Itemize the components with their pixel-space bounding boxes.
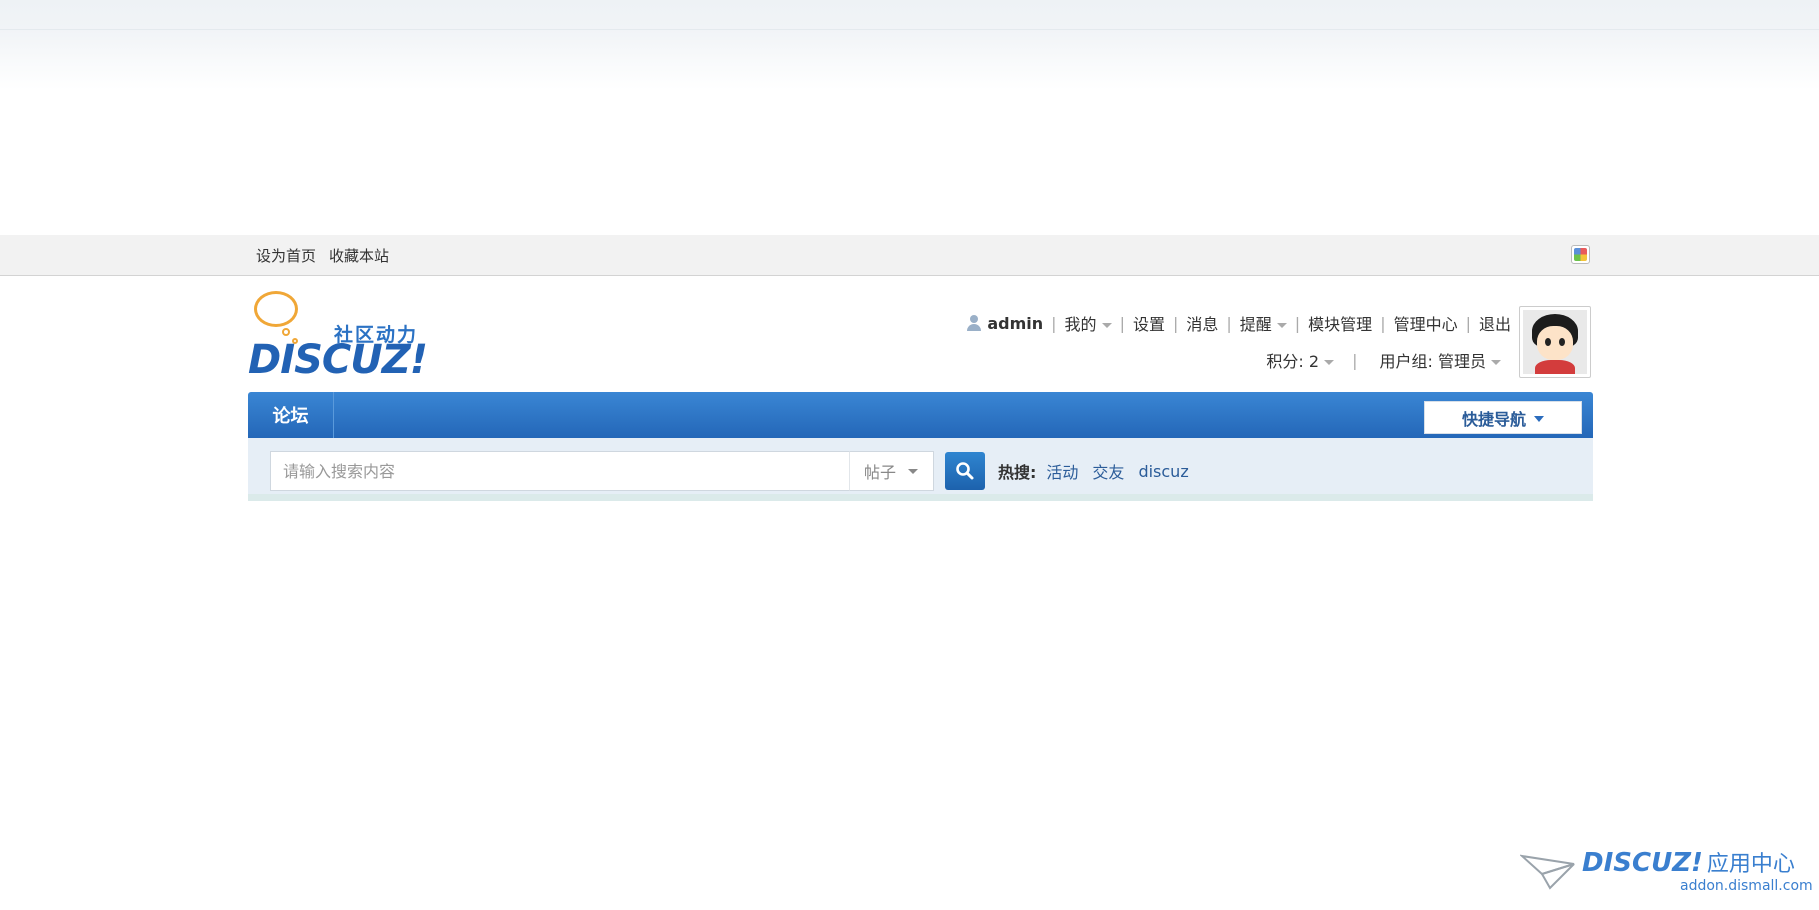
block-manage-link[interactable]: 模块管理 (1308, 311, 1372, 335)
hot-search-label: 热搜: (998, 463, 1037, 482)
avatar-image (1523, 310, 1587, 374)
site-toolbar: 设为首页 收藏本站 (0, 235, 1819, 276)
separator: | (1352, 350, 1358, 370)
hot-keyword[interactable]: discuz (1138, 462, 1188, 481)
settings-link[interactable]: 设置 (1133, 311, 1165, 335)
bubble-dot (282, 328, 290, 336)
separator: | (1465, 313, 1471, 333)
site-logo[interactable]: 社区动力 DISCUZ! (248, 288, 434, 384)
reminders-menu[interactable]: 提醒 (1240, 311, 1287, 335)
avatar-body (1535, 360, 1575, 374)
hot-keyword[interactable]: 交友 (1092, 459, 1124, 483)
watermark-brand-cn: 应用中心 (1706, 852, 1795, 877)
watermark-brand-en: DISCUZ! (1582, 848, 1703, 878)
color-palette-icon (1574, 248, 1587, 261)
credits-label: 积分 (1266, 352, 1299, 371)
search-input[interactable] (270, 451, 850, 491)
avatar-eye (1559, 338, 1565, 346)
chevron-down-icon (1324, 360, 1335, 365)
messages-link[interactable]: 消息 (1186, 311, 1218, 335)
logout-link[interactable]: 退出 (1479, 311, 1511, 335)
watermark-url: addon.dismall.com (1680, 878, 1813, 894)
separator: | (1226, 313, 1232, 333)
hot-search: 热搜: 活动 交友 discuz (998, 451, 1203, 491)
reminders-label: 提醒 (1239, 315, 1272, 334)
user-icon (967, 315, 982, 331)
divider (0, 29, 1819, 30)
quick-nav-button[interactable]: 快捷导航 (1424, 401, 1582, 434)
watermark: DISCUZ! 应用中心 addon.dismall.com (1520, 840, 1813, 900)
search-type-select[interactable]: 帖子 (849, 451, 934, 491)
credits-value: 2 (1308, 352, 1320, 371)
search-icon (956, 462, 974, 480)
set-homepage-link[interactable]: 设为首页 (256, 245, 316, 266)
avatar[interactable] (1519, 306, 1591, 378)
quick-nav-label: 快捷导航 (1461, 409, 1526, 429)
chevron-down-icon (908, 468, 919, 474)
avatar-eye (1545, 338, 1551, 346)
usergroup-menu[interactable]: 用户组: 管理员 (1379, 348, 1501, 372)
chevron-down-icon (1534, 416, 1544, 422)
user-stats: 积分: 2 | 用户组: 管理员 (1266, 348, 1501, 372)
admin-center-link[interactable]: 管理中心 (1394, 311, 1458, 335)
separator: | (1380, 313, 1386, 333)
watermark-brand: DISCUZ! 应用中心 (1582, 846, 1795, 878)
top-banner-area (0, 0, 1819, 90)
my-menu[interactable]: 我的 (1065, 311, 1112, 335)
chevron-down-icon (1491, 360, 1501, 365)
paper-plane-icon (1520, 854, 1575, 890)
search-type-value: 帖子 (864, 463, 897, 482)
separator: | (1294, 313, 1301, 333)
my-menu-label: 我的 (1064, 315, 1097, 334)
separator: | (1051, 313, 1057, 333)
separator: | (1119, 313, 1125, 333)
usergroup-label: 用户组 (1379, 352, 1428, 371)
style-switch-icon[interactable] (1571, 245, 1590, 264)
bookmark-link[interactable]: 收藏本站 (329, 245, 389, 266)
separator: | (1172, 313, 1179, 333)
usergroup-value: 管理员 (1437, 352, 1486, 371)
username-link[interactable]: admin (987, 314, 1043, 333)
hot-keyword[interactable]: 活动 (1046, 459, 1078, 483)
chevron-down-icon (1276, 323, 1287, 328)
speech-bubble-icon (254, 291, 298, 327)
avatar-face (1537, 326, 1573, 360)
logo-wordmark: DISCUZ! (248, 337, 428, 383)
chevron-down-icon (1101, 323, 1112, 328)
user-menu: admin | 我的 | 设置 | 消息 | 提醒 | 模块管理 | 管理中心 … (967, 311, 1511, 335)
credits-menu[interactable]: 积分: 2 (1266, 348, 1335, 372)
main-nav: 论坛 (248, 392, 1593, 438)
search-button[interactable] (945, 452, 985, 490)
toolbar-links: 设为首页 收藏本站 (256, 235, 389, 276)
nav-item-forum[interactable]: 论坛 (248, 392, 334, 438)
